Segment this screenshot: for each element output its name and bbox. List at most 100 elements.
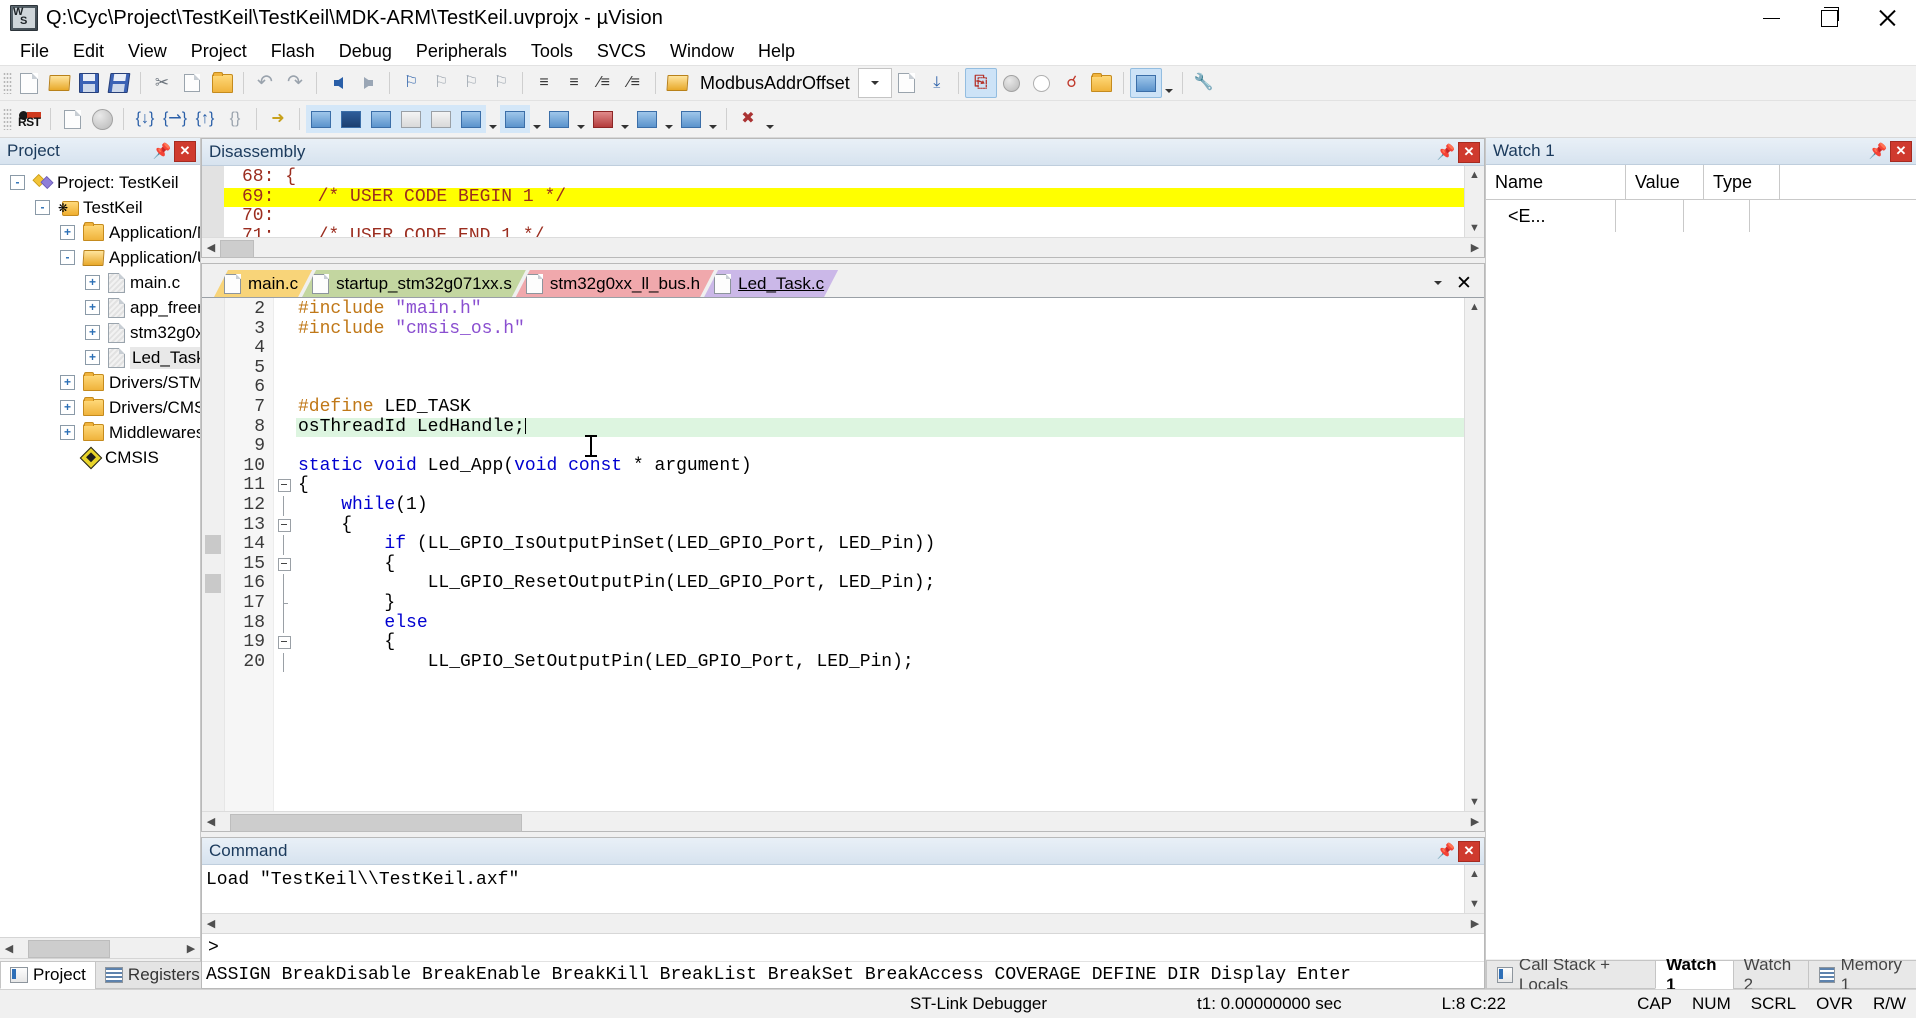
batch-build-icon[interactable] <box>892 69 922 97</box>
step-out-icon[interactable]: {↑} <box>190 105 220 133</box>
tree-item-drivers-stm3[interactable]: +Drivers/STM3 <box>0 370 200 395</box>
expand-icon[interactable]: + <box>85 275 100 290</box>
scroll-left-arrow[interactable]: ◀ <box>202 239 220 257</box>
next-bookmark-icon[interactable]: ⚐ <box>456 69 486 97</box>
editor-tab-main-c[interactable]: main.c <box>214 270 312 297</box>
menu-view[interactable]: View <box>116 38 179 65</box>
disable-breakpoints-icon[interactable] <box>87 105 117 133</box>
trace-windows-dropdown[interactable] <box>662 101 676 138</box>
tree-item-led-task[interactable]: +Led_Task. <box>0 345 200 370</box>
scroll-up-arrow[interactable]: ▲ <box>1465 298 1484 316</box>
editor-code[interactable]: #include "main.h"#include "cmsis_os.h"#d… <box>296 298 1464 811</box>
undo-icon[interactable]: ↶ <box>250 69 280 97</box>
editor-tab-strip[interactable]: main.cstartup_stm32g071xx.sstm32g0xx_ll_… <box>202 264 1484 297</box>
logic-analyzer-icon[interactable] <box>1087 69 1117 97</box>
serial-windows-icon[interactable] <box>544 105 574 133</box>
menu-debug[interactable]: Debug <box>327 38 404 65</box>
tree-item-middlewares[interactable]: +Middlewares/ <box>0 420 200 445</box>
tree-item-main-c[interactable]: +main.c <box>0 270 200 295</box>
analysis-windows-icon[interactable] <box>588 105 618 133</box>
scroll-left-arrow[interactable]: ◀ <box>202 813 220 831</box>
toolbox-dropdown[interactable] <box>763 101 777 138</box>
editor-fold-gutter[interactable] <box>274 298 296 811</box>
system-viewer-dropdown[interactable] <box>706 101 720 138</box>
serial-windows-dropdown[interactable] <box>574 101 588 138</box>
tree-item-cmsis[interactable]: CMSIS <box>0 445 200 470</box>
watch-rows[interactable]: <E... <box>1486 200 1916 959</box>
scroll-track[interactable] <box>18 939 182 957</box>
show-statement-icon[interactable]: ➜ <box>263 105 293 133</box>
editor-vscrollbar[interactable]: ▲ ▼ <box>1464 298 1484 811</box>
close-button[interactable] <box>1858 0 1916 36</box>
command-hscrollbar[interactable]: ◀ ▶ <box>202 913 1484 933</box>
scroll-left-arrow[interactable]: ◀ <box>202 914 220 932</box>
tree-item-drivers-cmsi[interactable]: +Drivers/CMSI <box>0 395 200 420</box>
collapse-icon[interactable]: - <box>60 250 75 265</box>
step-icon[interactable]: {↓} <box>130 105 160 133</box>
symbols-window-icon[interactable] <box>366 105 396 133</box>
watch-col-type[interactable]: Type <box>1704 165 1780 199</box>
paste-icon[interactable] <box>207 69 237 97</box>
maximize-button[interactable] <box>1800 0 1858 36</box>
redo-icon[interactable]: ↷ <box>280 69 310 97</box>
step-over-icon[interactable]: {⇀} <box>160 105 190 133</box>
copy-icon[interactable] <box>177 69 207 97</box>
scroll-right-arrow[interactable]: ▶ <box>1466 914 1484 932</box>
target-select-dropdown[interactable] <box>858 68 892 98</box>
toolbox-icon[interactable]: ✖ <box>733 105 763 133</box>
scroll-right-arrow[interactable]: ▶ <box>182 939 200 957</box>
call-stack-icon[interactable] <box>426 105 456 133</box>
uncomment-icon[interactable]: ⁄≡ <box>619 69 649 97</box>
menu-project[interactable]: Project <box>179 38 259 65</box>
fold-marker[interactable] <box>274 633 296 653</box>
scroll-track[interactable] <box>220 914 1466 932</box>
minimize-button[interactable] <box>1742 0 1800 36</box>
close-icon[interactable]: ✕ <box>1452 272 1476 294</box>
editor-hscrollbar[interactable]: ◀ ▶ <box>202 811 1484 831</box>
watch-cell-name[interactable]: <E... <box>1486 200 1616 232</box>
memory-windows-icon[interactable] <box>500 105 530 133</box>
tab-registers[interactable]: Registers <box>95 961 210 989</box>
scroll-right-arrow[interactable]: ▶ <box>1466 813 1484 831</box>
menu-window[interactable]: Window <box>658 38 746 65</box>
scroll-down-arrow[interactable]: ▼ <box>1465 219 1484 237</box>
command-input-row[interactable]: > <box>202 933 1484 961</box>
cut-icon[interactable]: ✂ <box>147 69 177 97</box>
editor-body[interactable]: 234567891011121314151617181920 #include … <box>202 297 1484 811</box>
open-file-icon[interactable] <box>44 69 74 97</box>
debug-session-icon[interactable]: ⎘ <box>965 68 997 98</box>
system-viewer-icon[interactable] <box>676 105 706 133</box>
collapse-icon[interactable]: - <box>10 175 25 190</box>
new-file-icon[interactable] <box>14 69 44 97</box>
registers-window-icon[interactable] <box>396 105 426 133</box>
close-icon[interactable]: ✕ <box>1458 841 1480 862</box>
tree-item-project-testkeil[interactable]: -Project: TestKeil <box>0 170 200 195</box>
tab-watch-1[interactable]: Watch 1 <box>1655 960 1734 989</box>
navigate-forward-icon[interactable] <box>353 69 383 97</box>
expand-icon[interactable]: + <box>60 375 75 390</box>
manage-run-environment-icon[interactable]: ⤓ <box>922 69 952 97</box>
disassembly-window-icon[interactable] <box>336 105 366 133</box>
outdent-icon[interactable]: ≡ <box>559 69 589 97</box>
menu-edit[interactable]: Edit <box>61 38 116 65</box>
disassembly-vscrollbar[interactable]: ▲ ▼ <box>1464 166 1484 237</box>
watch-row[interactable]: <E... <box>1486 200 1916 232</box>
scroll-track[interactable] <box>220 239 1466 257</box>
expand-icon[interactable]: + <box>85 350 100 365</box>
project-hscrollbar[interactable]: ◀ ▶ <box>0 937 200 958</box>
tree-item-application-m[interactable]: +Application/M <box>0 220 200 245</box>
tab-memory-1[interactable]: Memory 1 <box>1808 960 1916 989</box>
analyze-icon[interactable]: ☌ <box>1057 69 1087 97</box>
scroll-up-arrow[interactable]: ▲ <box>1465 166 1484 184</box>
disassembly-hscrollbar[interactable]: ◀ ▶ <box>202 237 1484 257</box>
reset-cpu-icon[interactable]: RST <box>14 105 44 133</box>
scroll-track[interactable] <box>220 813 1466 831</box>
run-to-cursor-icon[interactable]: {} <box>220 105 250 133</box>
editor-breakpoint-gutter[interactable] <box>202 298 225 811</box>
expand-icon[interactable]: + <box>60 225 75 240</box>
menu-file[interactable]: File <box>8 38 61 65</box>
reset-button-icon[interactable] <box>997 69 1027 97</box>
close-icon[interactable]: ✕ <box>174 141 196 162</box>
tree-item-app-freert[interactable]: +app_freert <box>0 295 200 320</box>
watch-col-name[interactable]: Name <box>1486 165 1626 199</box>
